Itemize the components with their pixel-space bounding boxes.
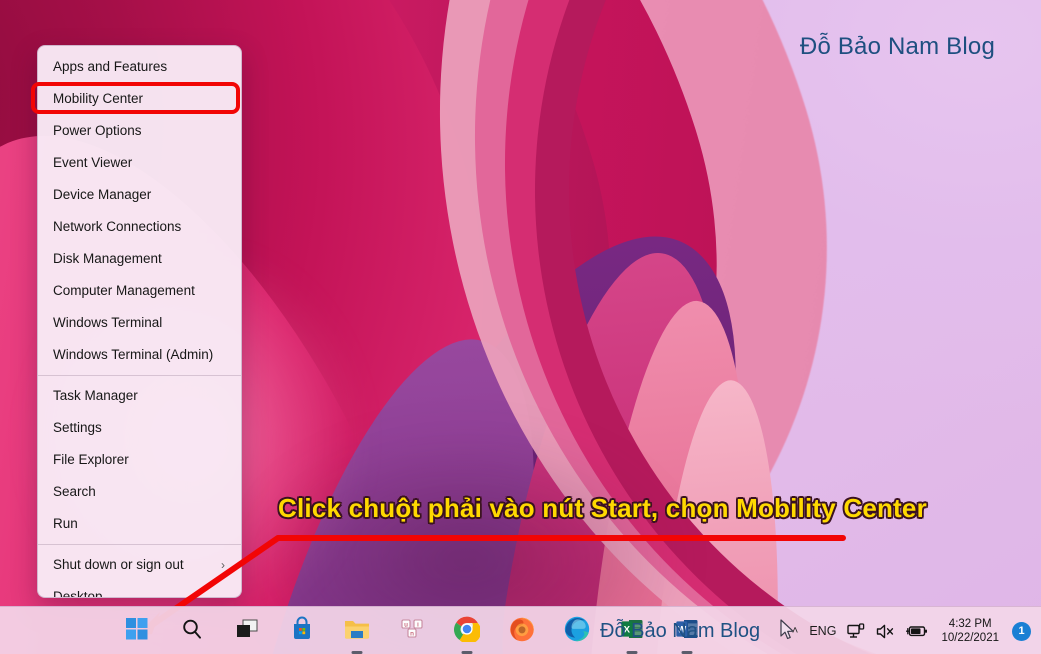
- search-icon: [181, 618, 203, 645]
- menu-item-disk-management[interactable]: Disk Management: [38, 243, 241, 275]
- menu-separator-2: [38, 544, 241, 545]
- menu-item-label: Power Options: [53, 123, 142, 138]
- mozilla-firefox[interactable]: [505, 614, 539, 648]
- microsoft-store-icon: [289, 616, 315, 647]
- menu-item-apps-and-features[interactable]: Apps and Features: [38, 51, 241, 83]
- chevron-up-icon[interactable]: ˄: [792, 625, 798, 637]
- svg-text:i: i: [417, 621, 418, 628]
- menu-item-mobility-center[interactable]: Mobility Center: [38, 83, 241, 115]
- menu-separator-1: [38, 375, 241, 376]
- network-icon[interactable]: [847, 622, 865, 640]
- menu-item-event-viewer[interactable]: Event Viewer: [38, 147, 241, 179]
- firefox-icon: [509, 616, 535, 647]
- menu-item-computer-management[interactable]: Computer Management: [38, 275, 241, 307]
- menu-item-network-connections[interactable]: Network Connections: [38, 211, 241, 243]
- watermark-top-right: Đỗ Bảo Nam Blog: [799, 33, 995, 60]
- menu-item-power-options[interactable]: Power Options: [38, 115, 241, 147]
- menu-item-label: Search: [53, 484, 96, 499]
- start-button[interactable]: [120, 614, 154, 648]
- annotation-text: Click chuột phải vào nút Start, chọn Mob…: [278, 493, 927, 523]
- menu-item-label: Event Viewer: [53, 155, 133, 170]
- unikey[interactable]: u i n: [395, 614, 429, 648]
- menu-item-label: Shut down or sign out: [53, 557, 184, 572]
- menu-item-desktop[interactable]: Desktop: [38, 581, 241, 598]
- task-view-button[interactable]: [230, 614, 264, 648]
- watermark-taskbar: Đỗ Bảo Nam Blog: [600, 619, 761, 642]
- chevron-right-icon: ›: [221, 558, 225, 572]
- menu-item-label: Apps and Features: [53, 59, 168, 74]
- svg-text:n: n: [410, 630, 414, 637]
- menu-item-label: Computer Management: [53, 283, 195, 298]
- menu-item-label: Mobility Center: [53, 91, 144, 106]
- chrome-icon: [454, 616, 482, 647]
- menu-item-label: Network Connections: [53, 219, 182, 234]
- google-chrome[interactable]: [450, 614, 484, 654]
- task-view-icon: [235, 618, 259, 645]
- menu-item-label: Task Manager: [53, 388, 138, 403]
- menu-item-windows-terminal[interactable]: Windows Terminal: [38, 307, 241, 339]
- menu-item-label: Windows Terminal (Admin): [53, 347, 214, 362]
- menu-item-shut-down-or-sign-out[interactable]: Shut down or sign out ›: [38, 549, 241, 581]
- menu-item-label: Run: [53, 516, 78, 531]
- file-explorer-icon: [343, 617, 371, 646]
- search-button[interactable]: [175, 614, 209, 648]
- microsoft-store[interactable]: [285, 614, 319, 648]
- menu-item-settings[interactable]: Settings: [38, 412, 241, 444]
- menu-item-label: Desktop: [53, 589, 103, 598]
- menu-item-label: Settings: [53, 420, 102, 435]
- menu-item-device-manager[interactable]: Device Manager: [38, 179, 241, 211]
- clock-time: 4:32 PM: [948, 618, 992, 630]
- unikey-icon: u i n: [399, 617, 425, 646]
- svg-text:u: u: [404, 621, 408, 628]
- taskbar[interactable]: u i n X W Đỗ Bảo Nam Blog ˄ ENG 4:32 PM …: [0, 606, 1041, 654]
- menu-item-task-manager[interactable]: Task Manager: [38, 380, 241, 412]
- menu-item-label: Disk Management: [53, 251, 162, 266]
- clock[interactable]: 4:32 PM 10/22/2021: [939, 617, 1001, 645]
- system-tray: ˄ ENG 4:32 PM 10/22/2021 1: [792, 607, 1031, 654]
- microsoft-edge[interactable]: [560, 614, 594, 648]
- battery-charging-icon[interactable]: [906, 623, 928, 639]
- file-explorer[interactable]: [340, 614, 374, 654]
- volume-muted-icon[interactable]: [876, 623, 895, 640]
- windows-logo-icon: [126, 617, 148, 645]
- start-button-context-menu[interactable]: Apps and Features Mobility Center Power …: [37, 45, 242, 598]
- edge-icon: [564, 616, 590, 647]
- clock-date: 10/22/2021: [941, 632, 999, 644]
- menu-item-run[interactable]: Run: [38, 508, 241, 540]
- menu-item-label: Windows Terminal: [53, 315, 163, 330]
- menu-item-label: File Explorer: [53, 452, 129, 467]
- menu-item-search[interactable]: Search: [38, 476, 241, 508]
- notification-badge[interactable]: 1: [1012, 621, 1031, 641]
- menu-item-label: Device Manager: [53, 187, 152, 202]
- menu-item-windows-terminal-admin[interactable]: Windows Terminal (Admin): [38, 339, 241, 371]
- language-indicator[interactable]: ENG: [809, 624, 836, 638]
- menu-item-file-explorer[interactable]: File Explorer: [38, 444, 241, 476]
